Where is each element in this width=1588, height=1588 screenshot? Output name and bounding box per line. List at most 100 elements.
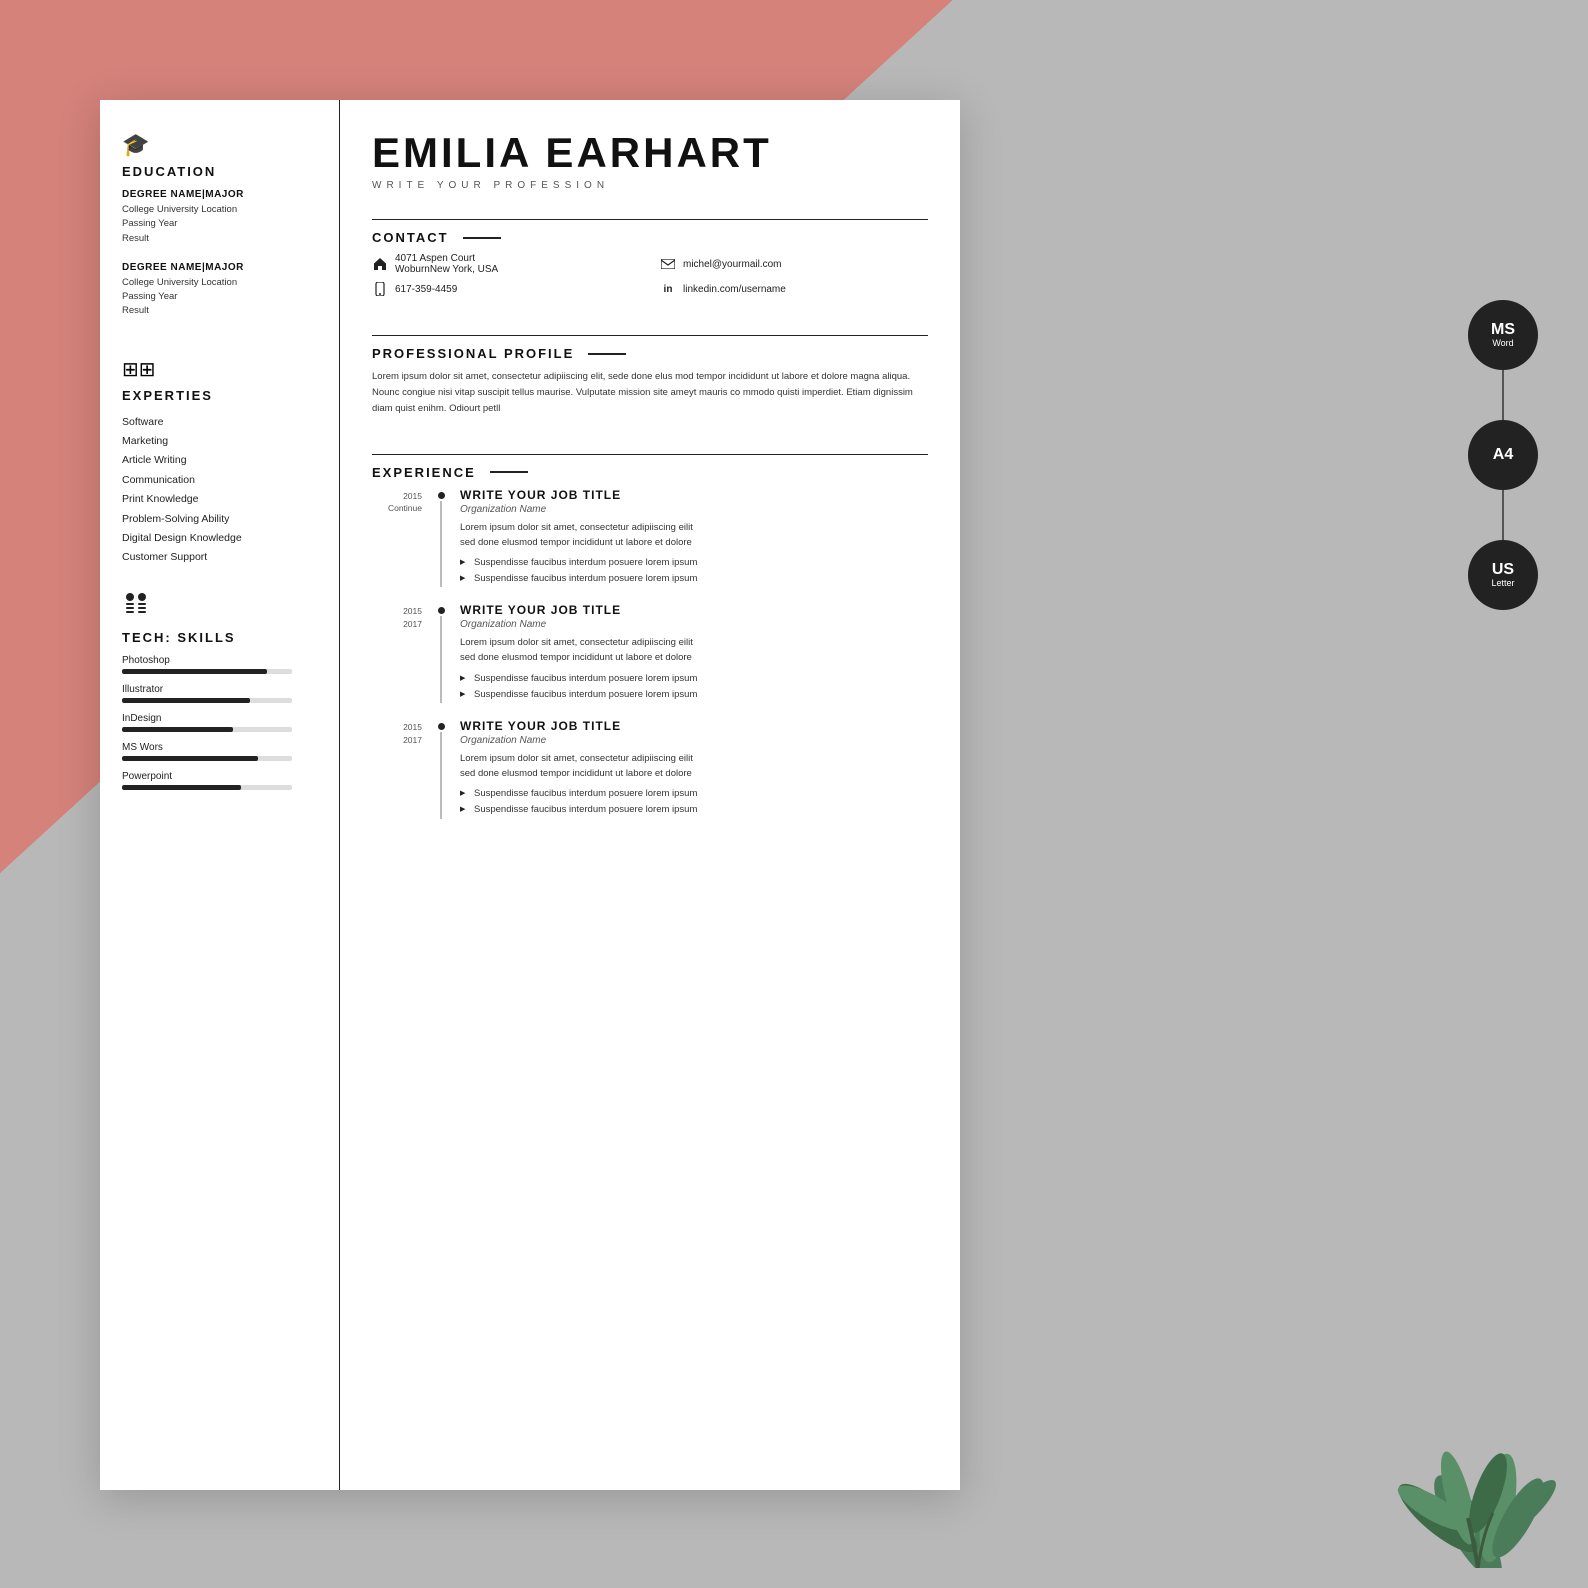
exp-year-1: 2015 Continue (372, 488, 432, 588)
exp-desc-1: Lorem ipsum dolor sit amet, consectetur … (460, 520, 928, 550)
exp-org-1: Organization Name (460, 504, 928, 515)
education-title: Education (122, 164, 317, 179)
skill-bar-fill (122, 785, 241, 790)
exp-bullet: Suspendisse faucibus interdum posuere lo… (460, 555, 928, 571)
exp-bullet: Suspendisse faucibus interdum posuere lo… (460, 786, 928, 802)
badge-ms-sub: Word (1492, 338, 1513, 349)
badge-us-sub: Letter (1491, 578, 1514, 589)
exp-year-end-3: 2017 (372, 734, 422, 747)
exp-line-3 (440, 732, 442, 819)
tech-icon (122, 590, 317, 624)
exp-timeline-1 (432, 488, 450, 588)
exp-line-2 (440, 616, 442, 703)
edu-location-2: College University Location (122, 276, 317, 290)
resume-header: EMILIA EARHART WRITE YOUR PROFESSION (372, 130, 928, 191)
badge-connector-2 (1502, 490, 1504, 540)
skill-bar-bg (122, 785, 292, 790)
edu-degree-2: DEGREE NAME|MAJOR (122, 262, 317, 273)
contact-heading-line (463, 237, 501, 239)
exp-job-title-1: WRITE YOUR JOB TITLE (460, 488, 928, 502)
edu-year-2: Passing Year (122, 290, 317, 304)
exp-dot-3 (438, 723, 445, 730)
badge-us-letter: US Letter (1468, 540, 1538, 610)
badge-a4-main: A4 (1493, 447, 1513, 463)
expertie-item: Problem-Solving Ability (122, 510, 317, 529)
skill-name: Powerpoint (122, 771, 317, 782)
experties-section: ⊞⊞ Experties Software Marketing Article … (122, 357, 317, 568)
exp-line-1 (440, 501, 442, 588)
contact-email: michel@yourmail.com (660, 253, 928, 275)
contact-linkedin: in linkedin.com/username (660, 281, 928, 297)
badges-column: MS Word A4 US Letter (1468, 300, 1538, 610)
contact-address: 4071 Aspen CourtWoburnNew York, USA (372, 253, 640, 275)
experience-entry-3: 2015 2017 WRITE YOUR JOB TITLE Organizat… (372, 719, 928, 819)
profile-heading-line (588, 353, 626, 355)
skill-bar-bg (122, 698, 292, 703)
contact-divider (372, 335, 928, 336)
profile-section: PROFESSIONAL PROFILE Lorem ipsum dolor s… (372, 346, 928, 421)
phone-icon (372, 281, 388, 297)
badge-connector-1 (1502, 370, 1504, 420)
experience-heading: EXPERIENCE (372, 465, 928, 480)
badge-a4: A4 (1468, 420, 1538, 490)
skill-bar-fill (122, 698, 250, 703)
skill-name: MS Wors (122, 742, 317, 753)
skill-name: InDesign (122, 713, 317, 724)
badge-ms-main: MS (1491, 322, 1515, 338)
exp-timeline-2 (432, 603, 450, 703)
expertie-item: Software (122, 413, 317, 432)
exp-content-3: WRITE YOUR JOB TITLE Organization Name L… (450, 719, 928, 819)
expertie-item: Communication (122, 471, 317, 490)
exp-dot-1 (438, 492, 445, 499)
experience-entries: 2015 Continue WRITE YOUR JOB TITLE Organ… (372, 488, 928, 835)
exp-dot-2 (438, 607, 445, 614)
skill-bars: Photoshop Illustrator InDesign (122, 655, 317, 790)
skill-bar-fill (122, 727, 233, 732)
exp-job-title-3: WRITE YOUR JOB TITLE (460, 719, 928, 733)
exp-year-start-3: 2015 (372, 721, 422, 734)
exp-bullet: Suspendisse faucibus interdum posuere lo… (460, 802, 928, 818)
exp-job-title-2: WRITE YOUR JOB TITLE (460, 603, 928, 617)
badge-us-main: US (1492, 562, 1514, 578)
address-text: 4071 Aspen CourtWoburnNew York, USA (395, 253, 498, 275)
exp-org-2: Organization Name (460, 619, 928, 630)
email-icon (660, 256, 676, 272)
exp-org-3: Organization Name (460, 735, 928, 746)
education-section: 🎓 Education DEGREE NAME|MAJOR College Un… (122, 132, 317, 335)
phone-text: 617-359-4459 (395, 284, 457, 295)
resume-card: 🎓 Education DEGREE NAME|MAJOR College Un… (100, 100, 960, 1490)
exp-bullet: Suspendisse faucibus interdum posuere lo… (460, 571, 928, 587)
experties-list: Software Marketing Article Writing Commu… (122, 413, 317, 568)
skill-bar-bg (122, 727, 292, 732)
home-icon (372, 256, 388, 272)
sidebar: 🎓 Education DEGREE NAME|MAJOR College Un… (100, 100, 340, 1490)
linkedin-icon: in (660, 281, 676, 297)
exp-bullets-1: Suspendisse faucibus interdum posuere lo… (460, 555, 928, 587)
edu-degree-1: DEGREE NAME|MAJOR (122, 189, 317, 200)
exp-year-end-1: Continue (372, 502, 422, 515)
exp-content-1: WRITE YOUR JOB TITLE Organization Name L… (450, 488, 928, 588)
exp-desc-3: Lorem ipsum dolor sit amet, consectetur … (460, 751, 928, 781)
experties-icon: ⊞⊞ (122, 357, 317, 382)
experience-entry-2: 2015 2017 WRITE YOUR JOB TITLE Organizat… (372, 603, 928, 703)
skill-name: Photoshop (122, 655, 317, 666)
expertie-item: Print Knowledge (122, 490, 317, 509)
education-icon: 🎓 (122, 132, 317, 158)
profile-divider (372, 454, 928, 455)
skill-bar-fill (122, 756, 258, 761)
skill-row-msword: MS Wors (122, 742, 317, 761)
experience-heading-line (490, 471, 528, 473)
expertie-item: Customer Support (122, 548, 317, 567)
edu-year-1: Passing Year (122, 217, 317, 231)
skill-bar-fill (122, 669, 267, 674)
exp-year-3: 2015 2017 (372, 719, 432, 819)
exp-bullet: Suspendisse faucibus interdum posuere lo… (460, 671, 928, 687)
exp-year-start-2: 2015 (372, 605, 422, 618)
main-content: EMILIA EARHART WRITE YOUR PROFESSION CON… (340, 100, 960, 1490)
skill-name: Illustrator (122, 684, 317, 695)
exp-year-2: 2015 2017 (372, 603, 432, 703)
skill-bar-bg (122, 669, 292, 674)
experience-section: EXPERIENCE 2015 Continue WRITE YOUR JOB (372, 465, 928, 835)
contact-section: CONTACT 4071 Aspen CourtWoburnNew York, … (372, 230, 928, 303)
exp-bullets-2: Suspendisse faucibus interdum posuere lo… (460, 671, 928, 703)
